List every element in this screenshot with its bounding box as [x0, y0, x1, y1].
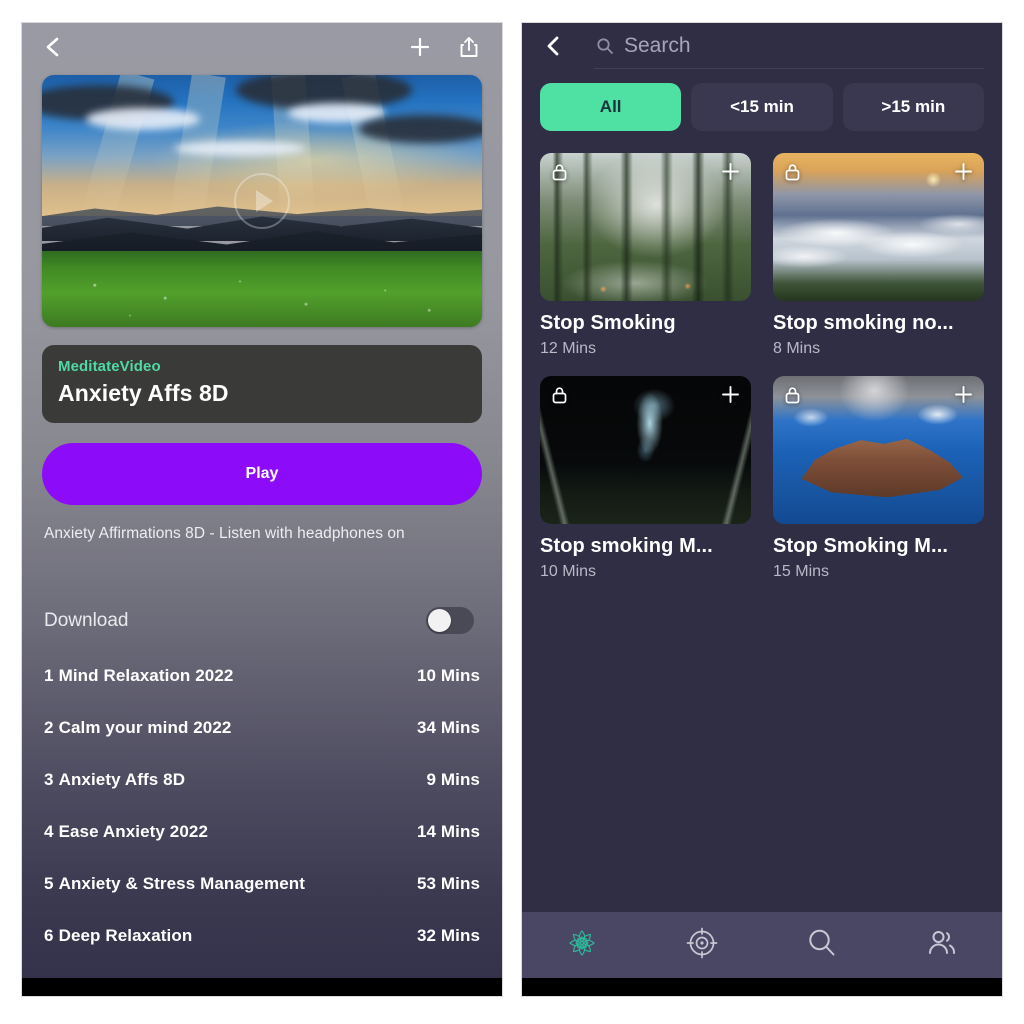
- table-row[interactable]: 1 Mind Relaxation 2022 10 Mins: [36, 650, 488, 702]
- toggle-knob: [428, 609, 451, 632]
- track-label: Mind Relaxation 2022: [59, 666, 234, 685]
- card-title: Stop Smoking: [540, 312, 751, 335]
- plus-icon[interactable]: [408, 35, 432, 59]
- video-thumbnail[interactable]: [42, 75, 482, 327]
- track-label: Calm your mind 2022: [59, 718, 232, 737]
- card-title: Stop smoking M...: [540, 535, 751, 558]
- table-row[interactable]: 3 Anxiety Affs 8D 9 Mins: [36, 754, 488, 806]
- track-name: 2 Calm your mind 2022: [44, 718, 417, 738]
- track-name: 1 Mind Relaxation 2022: [44, 666, 417, 686]
- left-phone-screen: MeditateVideo Anxiety Affs 8D Play Anxie…: [21, 22, 503, 997]
- track-duration: 53 Mins: [417, 874, 480, 894]
- track-name: 5 Anxiety & Stress Management: [44, 874, 417, 894]
- track-list: 1 Mind Relaxation 2022 10 Mins 2 Calm your…: [36, 650, 488, 978]
- search-icon: [805, 926, 839, 965]
- table-row[interactable]: 2 Calm your mind 2022 34 Mins: [36, 702, 488, 754]
- play-button[interactable]: Play: [42, 443, 482, 505]
- lock-icon: [550, 385, 569, 411]
- lock-icon: [783, 162, 802, 188]
- track-label: Ease Anxiety 2022: [59, 822, 208, 841]
- lock-icon: [550, 162, 569, 188]
- track-name: 4 Ease Anxiety 2022: [44, 822, 417, 842]
- plus-icon[interactable]: [719, 383, 742, 411]
- list-item[interactable]: Stop smoking no... 8 Mins: [773, 153, 984, 358]
- card-duration: 15 Mins: [773, 563, 984, 581]
- tab-goals[interactable]: [642, 926, 762, 965]
- video-description: Anxiety Affirmations 8D - Listen with he…: [44, 525, 482, 543]
- table-row[interactable]: 4 Ease Anxiety 2022 14 Mins: [36, 806, 488, 858]
- track-name: 6 Deep Relaxation: [44, 926, 417, 946]
- list-item[interactable]: Stop smoking M... 10 Mins: [540, 376, 751, 581]
- track-duration: 14 Mins: [417, 822, 480, 842]
- card-duration: 12 Mins: [540, 340, 751, 358]
- search-header: Search: [522, 23, 1002, 69]
- track-number: 6: [44, 926, 54, 945]
- tab-search[interactable]: [762, 926, 882, 965]
- track-number: 5: [44, 874, 54, 893]
- video-category: MeditateVideo: [58, 358, 466, 375]
- search-input[interactable]: Search: [596, 34, 984, 58]
- track-duration: 32 Mins: [417, 926, 480, 946]
- card-thumbnail: [540, 153, 751, 301]
- lotus-icon: [564, 925, 600, 966]
- home-indicator-bar: [522, 978, 1002, 996]
- plus-icon[interactable]: [952, 383, 975, 411]
- download-toggle[interactable]: [426, 607, 474, 634]
- plus-icon[interactable]: [719, 160, 742, 188]
- target-icon: [685, 926, 719, 965]
- card-thumbnail: [540, 376, 751, 524]
- left-header: [22, 23, 502, 71]
- plus-icon[interactable]: [952, 160, 975, 188]
- track-duration: 9 Mins: [426, 770, 480, 790]
- video-meta-card: MeditateVideo Anxiety Affs 8D: [42, 345, 482, 423]
- track-number: 1: [44, 666, 54, 685]
- share-icon[interactable]: [458, 35, 480, 59]
- video-title: Anxiety Affs 8D: [58, 380, 466, 407]
- home-indicator-bar: [22, 978, 502, 996]
- track-duration: 10 Mins: [417, 666, 480, 686]
- search-placeholder: Search: [624, 34, 691, 58]
- track-number: 3: [44, 770, 54, 789]
- people-icon: [925, 926, 959, 965]
- track-duration: 34 Mins: [417, 718, 480, 738]
- track-label: Anxiety & Stress Management: [59, 874, 305, 893]
- bottom-tab-bar: [522, 912, 1002, 978]
- track-number: 4: [44, 822, 54, 841]
- screenshot-stage: MeditateVideo Anxiety Affs 8D Play Anxie…: [0, 0, 1024, 1024]
- table-row[interactable]: 5 Anxiety & Stress Management 53 Mins: [36, 858, 488, 910]
- session-card-grid: Stop Smoking 12 Mins Stop smoking no...: [522, 131, 1002, 912]
- card-duration: 10 Mins: [540, 563, 751, 581]
- card-duration: 8 Mins: [773, 340, 984, 358]
- search-icon: [596, 37, 614, 55]
- lock-icon: [783, 385, 802, 411]
- download-row: Download: [36, 607, 482, 634]
- track-label: Deep Relaxation: [59, 926, 193, 945]
- search-underline: [594, 68, 984, 69]
- chevron-left-icon[interactable]: [42, 35, 64, 59]
- play-circle-icon[interactable]: [234, 173, 290, 229]
- filter-chip-under-15[interactable]: <15 min: [691, 83, 832, 131]
- filter-chip-over-15[interactable]: >15 min: [843, 83, 984, 131]
- tab-community[interactable]: [882, 926, 1002, 965]
- card-thumbnail: [773, 376, 984, 524]
- download-label: Download: [44, 610, 426, 632]
- table-row[interactable]: 6 Deep Relaxation 32 Mins: [36, 910, 488, 962]
- list-item[interactable]: Stop Smoking M... 15 Mins: [773, 376, 984, 581]
- right-phone-screen: Search All <15 min >15 min: [521, 22, 1003, 997]
- filter-chip-all[interactable]: All: [540, 83, 681, 131]
- track-number: 2: [44, 718, 54, 737]
- list-item[interactable]: Stop Smoking 12 Mins: [540, 153, 751, 358]
- chevron-left-icon[interactable]: [544, 35, 564, 57]
- card-thumbnail: [773, 153, 984, 301]
- track-label: Anxiety Affs 8D: [59, 770, 186, 789]
- filter-chip-group: All <15 min >15 min: [522, 69, 1002, 131]
- tab-meditate[interactable]: [522, 925, 642, 966]
- track-name: 3 Anxiety Affs 8D: [44, 770, 426, 790]
- card-title: Stop Smoking M...: [773, 535, 984, 558]
- card-title: Stop smoking no...: [773, 312, 984, 335]
